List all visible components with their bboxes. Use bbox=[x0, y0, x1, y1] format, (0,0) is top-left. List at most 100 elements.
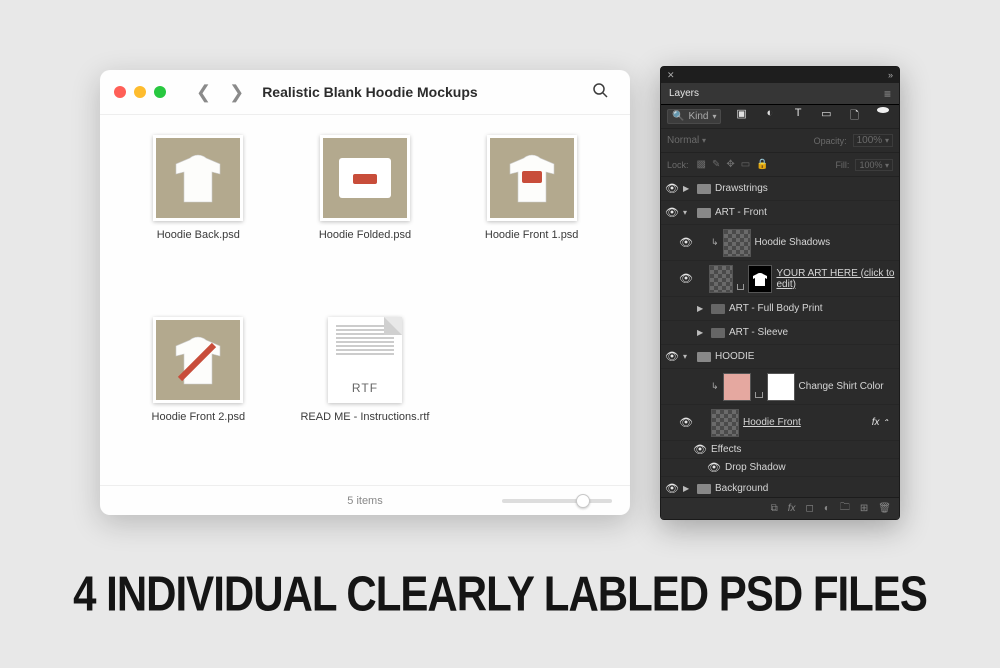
file-item[interactable]: RTF READ ME - Instructions.rtf bbox=[295, 317, 435, 485]
layer-effect-item[interactable]: 👁 Drop Shadow bbox=[661, 459, 899, 477]
layer-row[interactable]: 👁 ▾ ART - Front bbox=[661, 201, 899, 225]
filter-adjust-icon[interactable]: ◐ bbox=[764, 107, 776, 126]
search-icon[interactable] bbox=[592, 82, 616, 103]
headline: 4 INDIVIDUAL CLEARLY LABLED PSD FILES bbox=[0, 566, 1000, 623]
visibility-icon[interactable]: 👁 bbox=[665, 482, 679, 495]
adjustment-icon[interactable]: ◐ bbox=[824, 503, 830, 514]
file-item[interactable]: Hoodie Front 1.psd bbox=[462, 135, 602, 303]
mask-link-icon bbox=[737, 284, 744, 290]
layer-name: Hoodie Front bbox=[743, 417, 801, 428]
lock-artboard-icon[interactable]: ▭ bbox=[741, 159, 750, 170]
tab-layers[interactable]: Layers bbox=[669, 88, 699, 99]
layer-name: YOUR ART HERE (click to edit) bbox=[776, 268, 895, 290]
filter-smart-icon[interactable]: 🗋 bbox=[849, 107, 861, 126]
layer-name: ART - Sleeve bbox=[729, 327, 788, 338]
visibility-icon[interactable]: 👁 bbox=[665, 206, 679, 219]
filter-type-icon[interactable]: T bbox=[792, 107, 804, 126]
visibility-icon[interactable]: 👁 bbox=[665, 350, 679, 363]
folder-icon bbox=[697, 352, 711, 362]
fx-badge[interactable]: fx ⌃ bbox=[872, 417, 895, 428]
visibility-icon[interactable]: 👁 bbox=[665, 182, 679, 195]
layer-thumbnail bbox=[709, 265, 733, 293]
expand-icon[interactable]: ▾ bbox=[683, 352, 693, 361]
file-thumbnail: RTF bbox=[328, 317, 402, 403]
layer-name: Background bbox=[715, 483, 768, 494]
file-item[interactable]: Hoodie Back.psd bbox=[128, 135, 268, 303]
fill-label: Fill: bbox=[835, 160, 849, 170]
finder-titlebar: ❮ ❯ Realistic Blank Hoodie Mockups bbox=[100, 70, 630, 115]
layer-row[interactable]: 👁 ▶ Drawstrings bbox=[661, 177, 899, 201]
panel-collapse-bar[interactable]: ✕ » bbox=[661, 67, 899, 83]
expand-icon[interactable]: ▶ bbox=[697, 304, 707, 313]
layer-name: HOODIE bbox=[715, 351, 754, 362]
file-item[interactable]: Hoodie Front 2.psd bbox=[128, 317, 268, 485]
visibility-icon[interactable]: 👁 bbox=[707, 461, 721, 474]
layer-row[interactable]: 👁 ▾ HOODIE bbox=[661, 345, 899, 369]
zoom-slider-knob[interactable] bbox=[576, 494, 590, 508]
lock-pixels-icon[interactable]: ▩ bbox=[697, 159, 706, 170]
expand-icon[interactable]: ▶ bbox=[683, 184, 693, 193]
filter-kind-select[interactable]: 🔍Kind▾ bbox=[667, 109, 721, 124]
visibility-icon[interactable]: 👁 bbox=[693, 443, 707, 456]
window-controls bbox=[114, 86, 166, 98]
lock-all-icon[interactable]: 🔒 bbox=[756, 159, 768, 170]
filter-shape-icon[interactable]: ▭ bbox=[820, 107, 832, 126]
minimize-button[interactable] bbox=[134, 86, 146, 98]
visibility-icon[interactable]: 👁 bbox=[679, 416, 693, 429]
link-layers-icon[interactable]: ⧉ bbox=[771, 503, 778, 514]
lock-move-icon[interactable]: ✥ bbox=[726, 159, 734, 170]
file-type-badge: RTF bbox=[328, 381, 402, 395]
fill-value[interactable]: 100% ▾ bbox=[855, 159, 893, 171]
close-icon[interactable]: ✕ bbox=[667, 70, 675, 81]
close-button[interactable] bbox=[114, 86, 126, 98]
nav-arrows: ❮ ❯ bbox=[196, 82, 244, 103]
lock-brush-icon[interactable]: ✎ bbox=[712, 159, 720, 170]
mask-icon[interactable]: ◻ bbox=[806, 503, 814, 514]
layer-row[interactable]: 👁 Hoodie Front fx ⌃ bbox=[661, 405, 899, 441]
blend-mode-select[interactable]: Normal ▾ bbox=[667, 135, 808, 146]
finder-statusbar: 5 items bbox=[100, 485, 630, 515]
mask-thumbnail bbox=[767, 373, 795, 401]
mask-link-icon bbox=[755, 392, 763, 398]
new-layer-icon[interactable]: ⊞ bbox=[860, 503, 868, 514]
maximize-button[interactable] bbox=[154, 86, 166, 98]
layer-row[interactable]: 👁 ▶ ART - Sleeve bbox=[661, 321, 899, 345]
group-icon[interactable]: 🗀 bbox=[840, 500, 850, 517]
visibility-icon[interactable]: 👁 bbox=[679, 236, 693, 249]
opacity-value[interactable]: 100% ▾ bbox=[853, 134, 893, 147]
folder-icon bbox=[711, 304, 725, 314]
file-name: Hoodie Front 1.psd bbox=[462, 229, 602, 241]
clip-icon: ↳ bbox=[711, 381, 719, 392]
filter-toggle-icon[interactable] bbox=[877, 107, 889, 113]
layer-thumbnail bbox=[723, 373, 751, 401]
layer-row[interactable]: 👁 ▶ Background bbox=[661, 477, 899, 497]
panel-menu-icon[interactable]: ≡ bbox=[884, 87, 891, 101]
file-name: Hoodie Back.psd bbox=[128, 229, 268, 241]
expand-icon[interactable]: ▶ bbox=[697, 328, 707, 337]
folder-icon bbox=[697, 484, 711, 494]
layer-effects-row[interactable]: 👁 Effects bbox=[661, 441, 899, 459]
filter-pixel-icon[interactable]: ▣ bbox=[736, 107, 748, 126]
layer-row[interactable]: 👁 ▶ ART - Full Body Print bbox=[661, 297, 899, 321]
folder-title: Realistic Blank Hoodie Mockups bbox=[262, 84, 584, 100]
layer-name: ART - Full Body Print bbox=[729, 303, 823, 314]
file-item[interactable]: Hoodie Folded.psd bbox=[295, 135, 435, 303]
layer-row[interactable]: 👁 ↳ Change Shirt Color bbox=[661, 369, 899, 405]
zoom-slider[interactable] bbox=[502, 499, 612, 503]
visibility-icon[interactable]: 👁 bbox=[679, 272, 693, 285]
delete-icon[interactable]: 🗑 bbox=[878, 503, 891, 514]
collapse-icon[interactable]: » bbox=[888, 70, 893, 80]
panel-tabs: Layers ≡ bbox=[661, 83, 899, 105]
folder-icon bbox=[711, 328, 725, 338]
layer-name: Hoodie Shadows bbox=[755, 237, 831, 248]
file-thumbnail bbox=[487, 135, 577, 221]
forward-button[interactable]: ❯ bbox=[229, 82, 244, 103]
back-button[interactable]: ❮ bbox=[196, 82, 211, 103]
expand-icon[interactable]: ▶ bbox=[683, 484, 693, 493]
effects-label: Effects bbox=[711, 444, 741, 455]
effect-name: Drop Shadow bbox=[725, 462, 786, 473]
fx-icon[interactable]: fx bbox=[788, 503, 796, 514]
layer-row[interactable]: 👁 ↳ Hoodie Shadows bbox=[661, 225, 899, 261]
layer-row[interactable]: 👁 YOUR ART HERE (click to edit) bbox=[661, 261, 899, 297]
expand-icon[interactable]: ▾ bbox=[683, 208, 693, 217]
